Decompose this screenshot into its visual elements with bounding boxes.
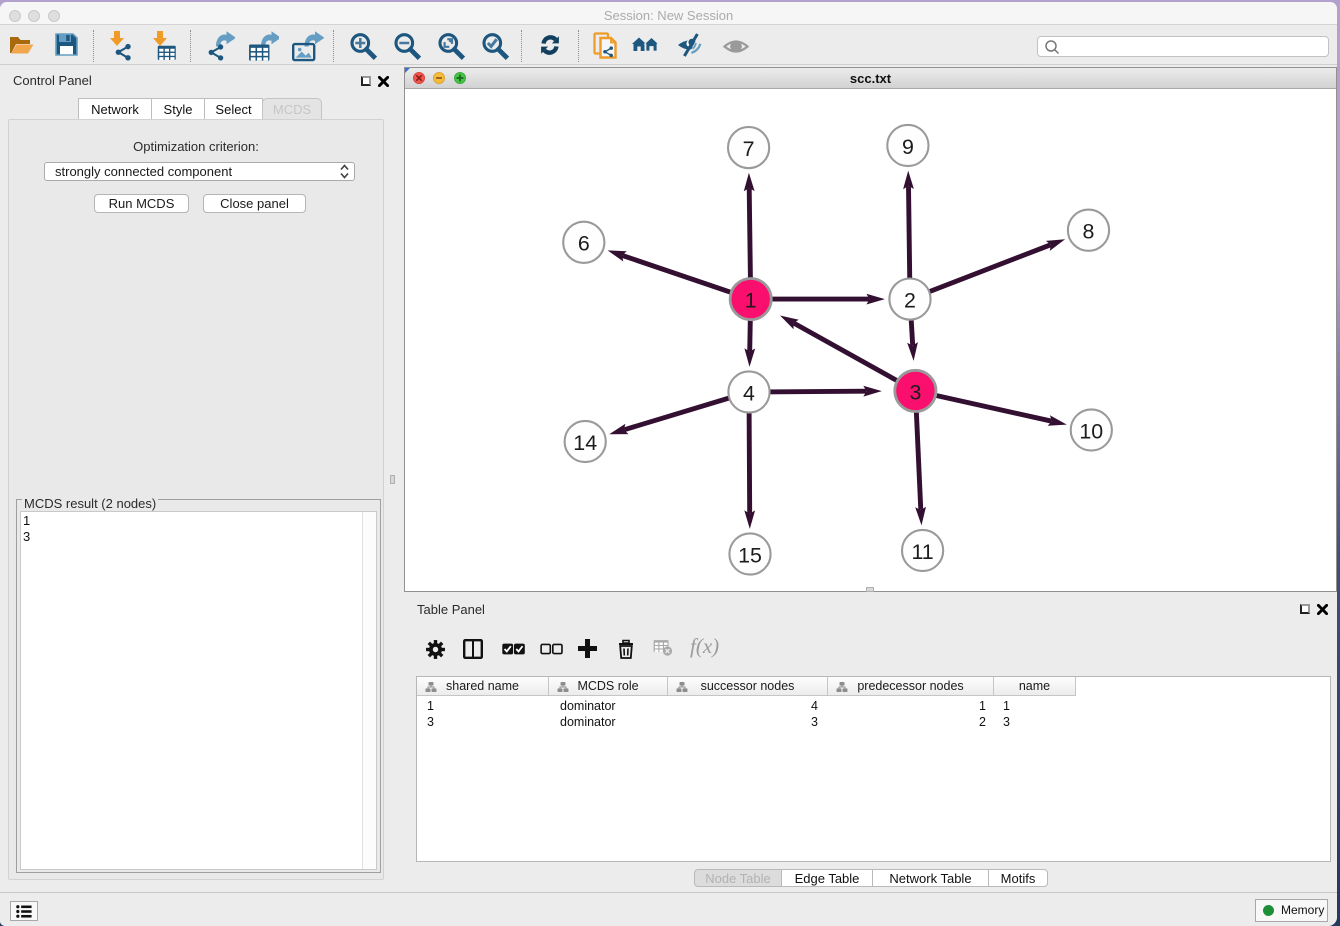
svg-text:2: 2 [904, 289, 916, 313]
svg-text:8: 8 [1083, 220, 1095, 244]
svg-text:6: 6 [578, 232, 590, 256]
svg-text:3: 3 [909, 380, 921, 404]
svg-text:14: 14 [573, 431, 597, 455]
svg-text:1: 1 [745, 289, 757, 313]
svg-text:9: 9 [902, 135, 914, 159]
svg-text:10: 10 [1079, 419, 1103, 443]
svg-text:11: 11 [911, 540, 933, 564]
svg-text:7: 7 [743, 137, 755, 161]
svg-text:15: 15 [738, 543, 762, 567]
svg-text:4: 4 [743, 381, 755, 405]
svg-text:f(x): f(x) [690, 636, 719, 658]
